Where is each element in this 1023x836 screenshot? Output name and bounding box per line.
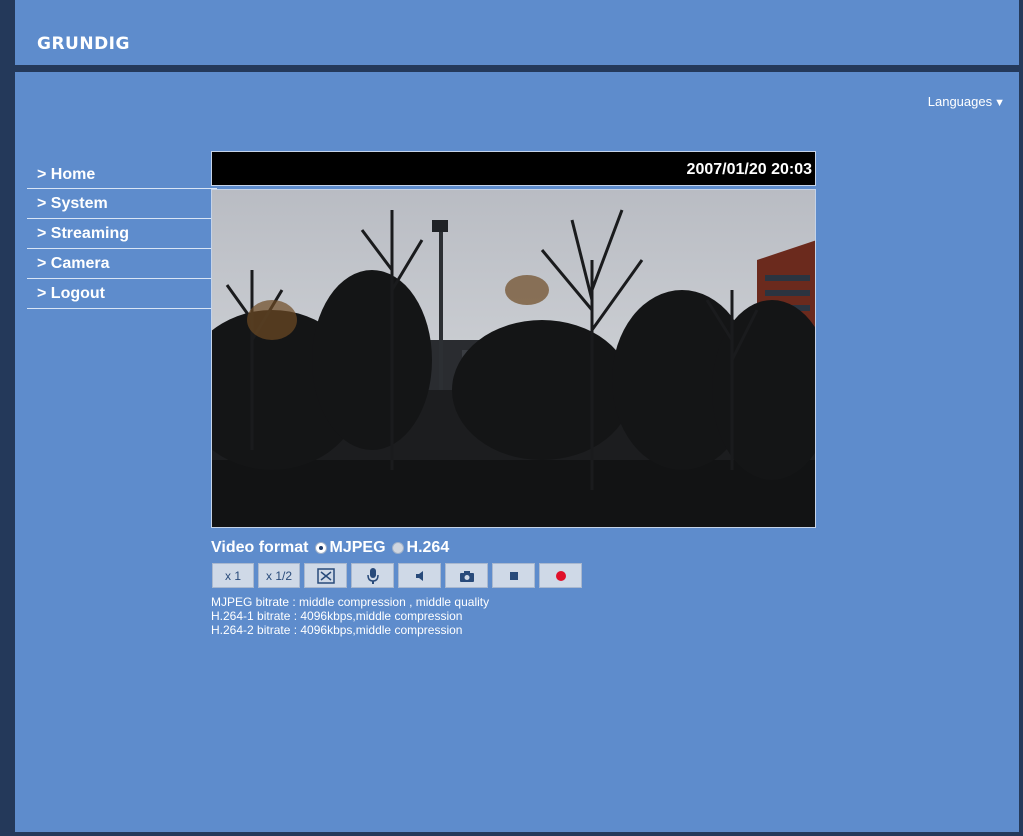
bitrate-info: MJPEG bitrate : middle compression , mid…	[211, 595, 489, 637]
radio-h264-label: H.264	[406, 539, 450, 556]
stop-icon	[509, 571, 518, 580]
timestamp: 2007/01/20 20:03	[686, 161, 812, 178]
camera-icon	[459, 570, 474, 582]
record-icon	[555, 570, 566, 581]
nav-item-home[interactable]: > Home	[27, 160, 217, 189]
languages-dropdown[interactable]: Languages ▼	[928, 94, 1005, 109]
speaker-icon	[415, 570, 423, 581]
video-toolbar: x 1 x 1/2	[212, 563, 582, 588]
header: GRUNDIG	[15, 8, 1019, 65]
radio-unchecked-icon	[391, 542, 404, 554]
caret-down-icon: ▼	[994, 97, 1005, 109]
header-divider	[15, 65, 1019, 72]
microphone-icon	[366, 567, 379, 584]
snapshot-button[interactable]	[445, 563, 488, 588]
nav-item-logout[interactable]: > Logout	[27, 279, 217, 309]
camera-image	[212, 190, 815, 527]
microphone-button[interactable]	[351, 563, 394, 588]
speaker-button[interactable]	[398, 563, 441, 588]
nav-item-camera[interactable]: > Camera	[27, 249, 217, 279]
sidebar-nav: > Home > System > Streaming > Camera > L…	[27, 160, 217, 309]
radio-mjpeg-label: MJPEG	[329, 539, 386, 556]
h264-2-bitrate-text: H.264-2 bitrate : 4096kbps,middle compre…	[211, 623, 463, 637]
video-format-row: Video format MJPEG H.264	[211, 539, 449, 557]
zoom-x1-button[interactable]: x 1	[212, 563, 254, 588]
nav-item-streaming[interactable]: > Streaming	[27, 219, 217, 249]
fullscreen-button[interactable]	[304, 563, 347, 588]
radio-checked-icon	[314, 542, 327, 554]
mjpeg-bitrate-text: MJPEG bitrate : middle compression , mid…	[211, 595, 490, 609]
h264-1-bitrate-text: H.264-1 bitrate : 4096kbps,middle compre…	[211, 609, 463, 623]
record-button[interactable]	[539, 563, 582, 588]
video-format-label: Video format	[211, 539, 309, 556]
fullscreen-icon	[316, 567, 335, 584]
radio-mjpeg[interactable]: MJPEG	[314, 539, 386, 557]
brand-logo: GRUNDIG	[37, 34, 130, 54]
live-video-view[interactable]	[211, 189, 816, 528]
radio-h264[interactable]: H.264	[391, 539, 450, 557]
languages-label: Languages	[927, 94, 993, 109]
zoom-half-button[interactable]: x 1/2	[258, 563, 300, 588]
nav-item-system[interactable]: > System	[27, 189, 217, 219]
stop-button[interactable]	[492, 563, 535, 588]
timestamp-bar: 2007/01/20 20:03	[211, 151, 816, 186]
